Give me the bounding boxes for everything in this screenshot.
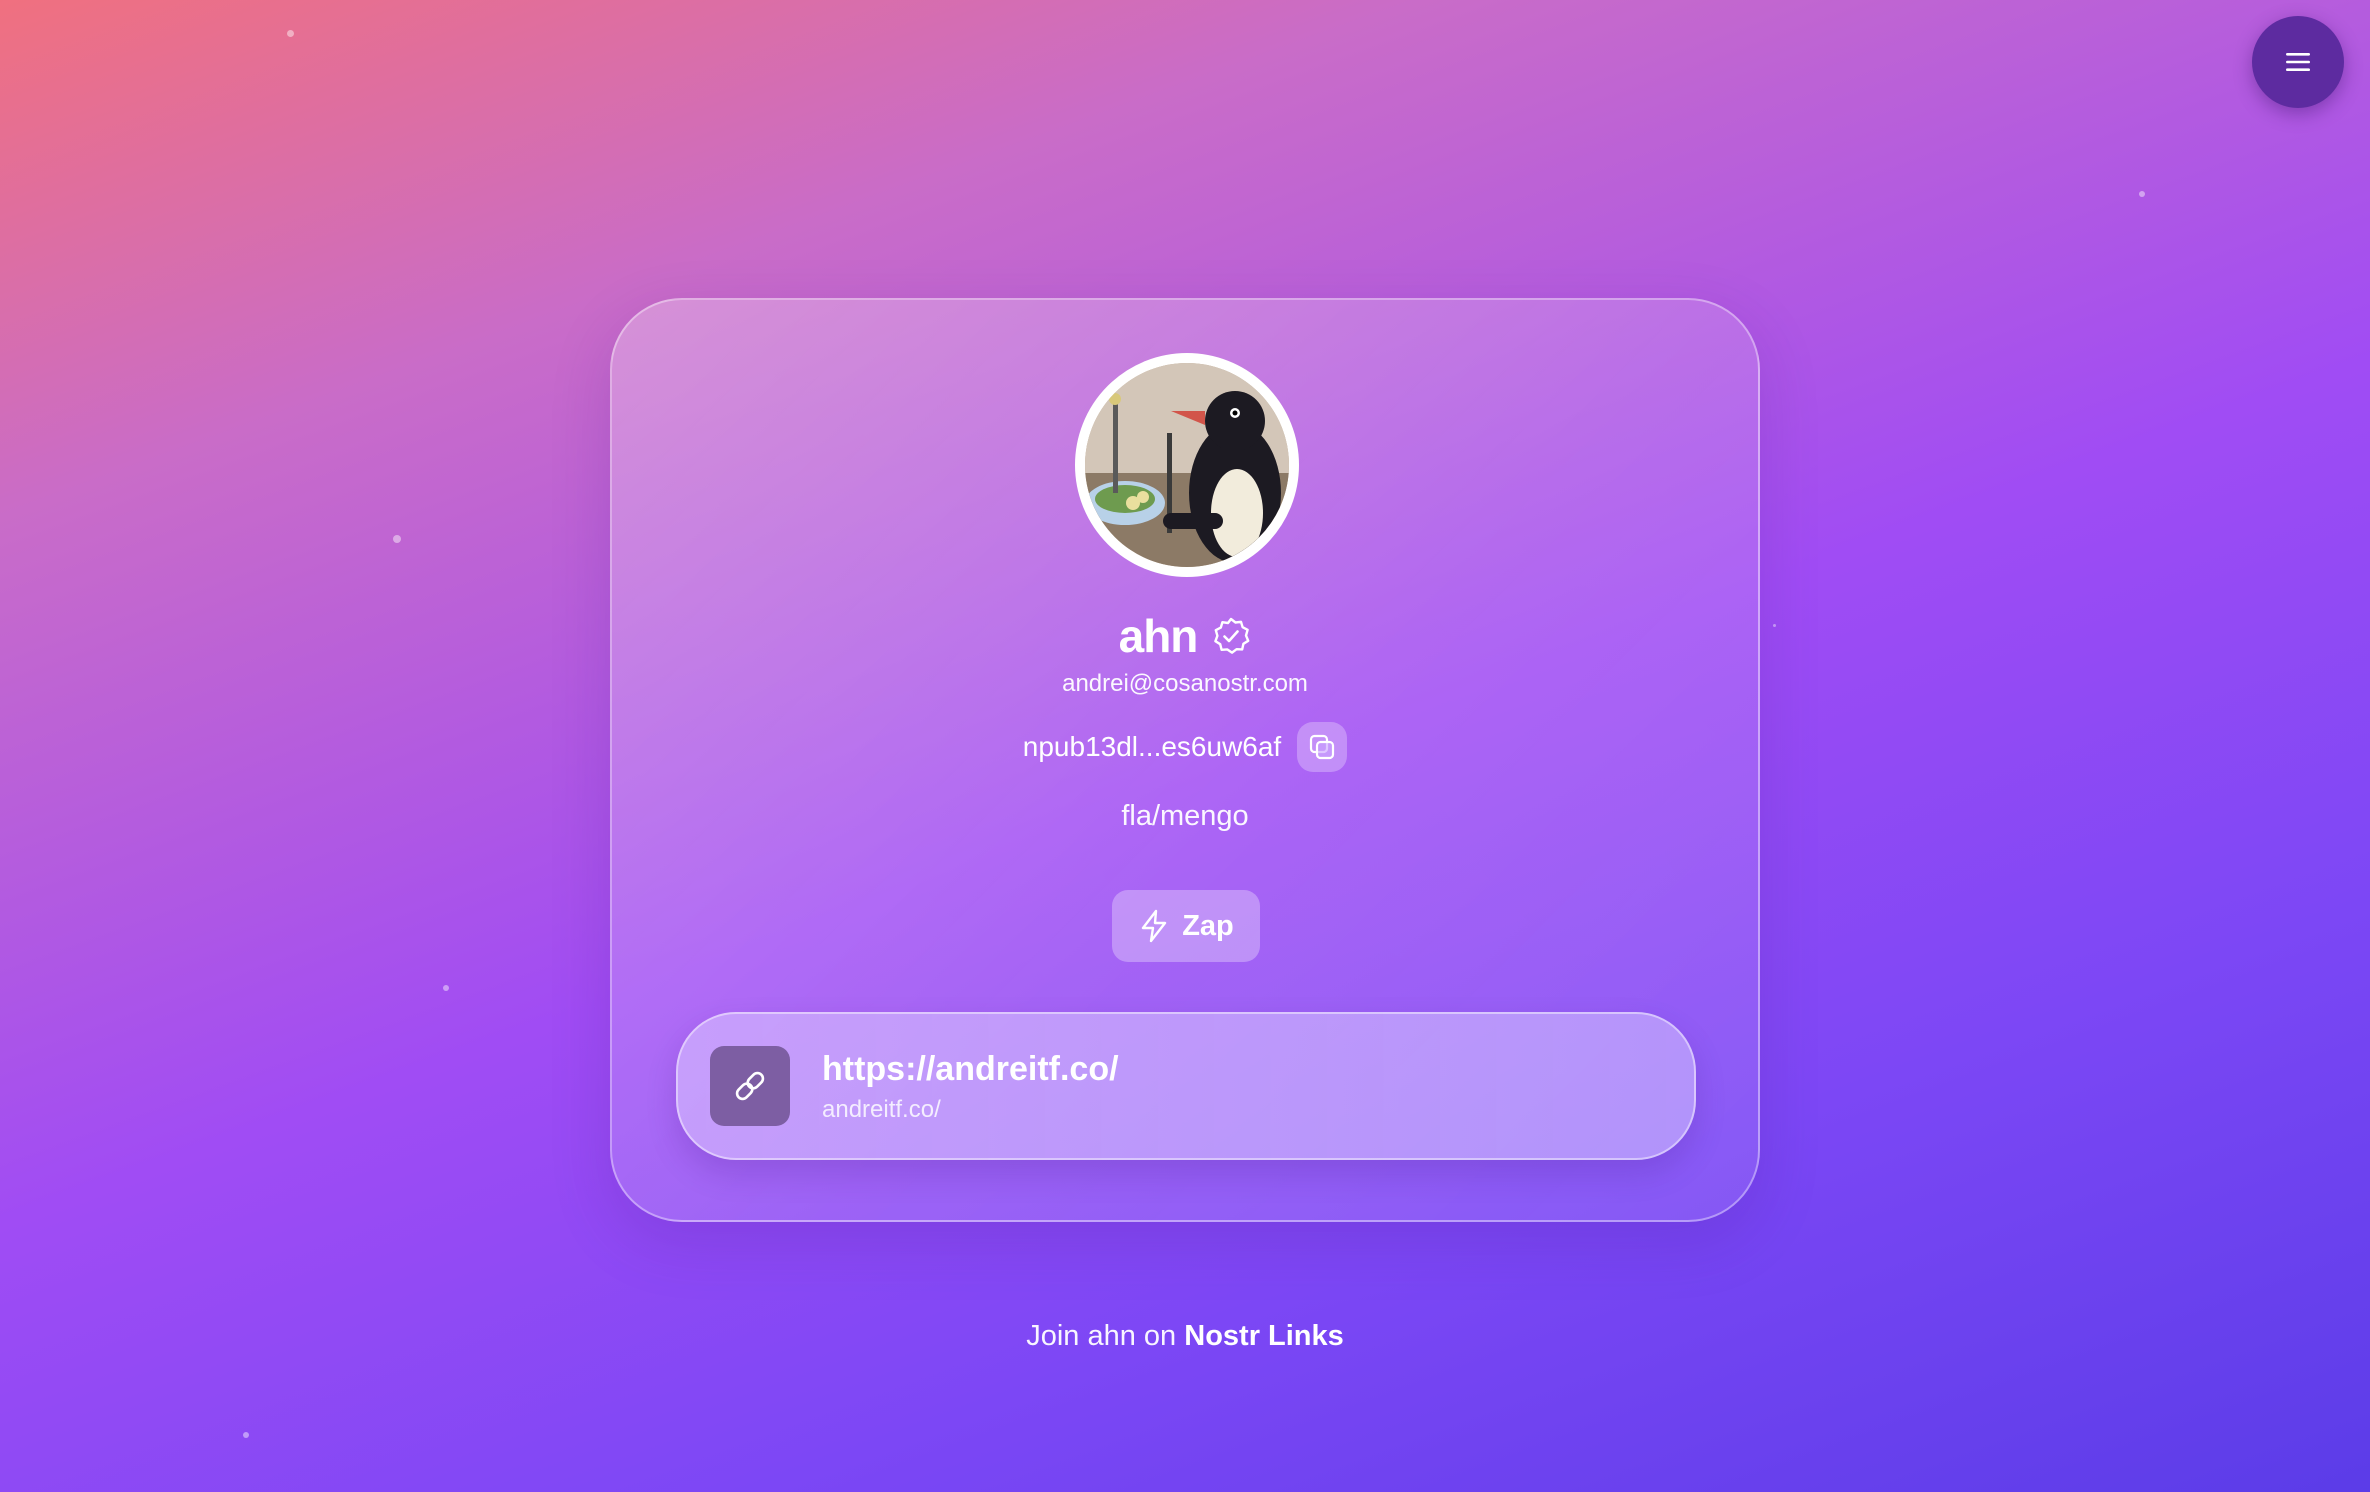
name-row: ahn: [612, 608, 1758, 664]
background-particle: [287, 30, 294, 37]
background-particle: [393, 535, 401, 543]
link-subtitle: andreitf.co/: [822, 1096, 941, 1123]
nip05-address: andrei@cosanostr.com: [1062, 670, 1308, 697]
footer-prefix: Join ahn on: [1026, 1320, 1177, 1352]
link-card[interactable]: https://andreitf.co/ andreitf.co/: [676, 1012, 1696, 1160]
background-particle: [2139, 191, 2145, 197]
avatar: [1075, 353, 1299, 577]
chain-link-icon: [735, 1071, 765, 1101]
npub-row: npub13dl...es6uw6af: [612, 722, 1758, 772]
menu-button[interactable]: [2252, 16, 2344, 108]
nostr-links-link[interactable]: Nostr Links: [1184, 1320, 1344, 1352]
profile-card: ahn andrei@cosanostr.com npub13dl...es6u…: [610, 298, 1760, 1222]
profile-bio: fla/mengo: [1121, 800, 1249, 832]
hamburger-icon: [2286, 53, 2310, 71]
profile-name: ahn: [1118, 610, 1199, 662]
copy-npub-button[interactable]: [1297, 722, 1348, 772]
background-particle: [1773, 624, 1776, 627]
zap-label: Zap: [1182, 909, 1234, 942]
link-title: https://andreitf.co/: [822, 1050, 1119, 1088]
background-particle: [243, 1432, 249, 1438]
npub-key: npub13dl...es6uw6af: [1022, 731, 1282, 762]
zap-button[interactable]: Zap: [1112, 890, 1260, 962]
footer-join-text: Join ahn on Nostr Links: [0, 1320, 2370, 1353]
verified-badge-icon: [1211, 616, 1251, 656]
link-icon-box: [710, 1046, 790, 1126]
copy-icon: [1310, 734, 1335, 760]
background-particle: [443, 985, 449, 991]
lightning-bolt-icon: [1142, 909, 1167, 943]
